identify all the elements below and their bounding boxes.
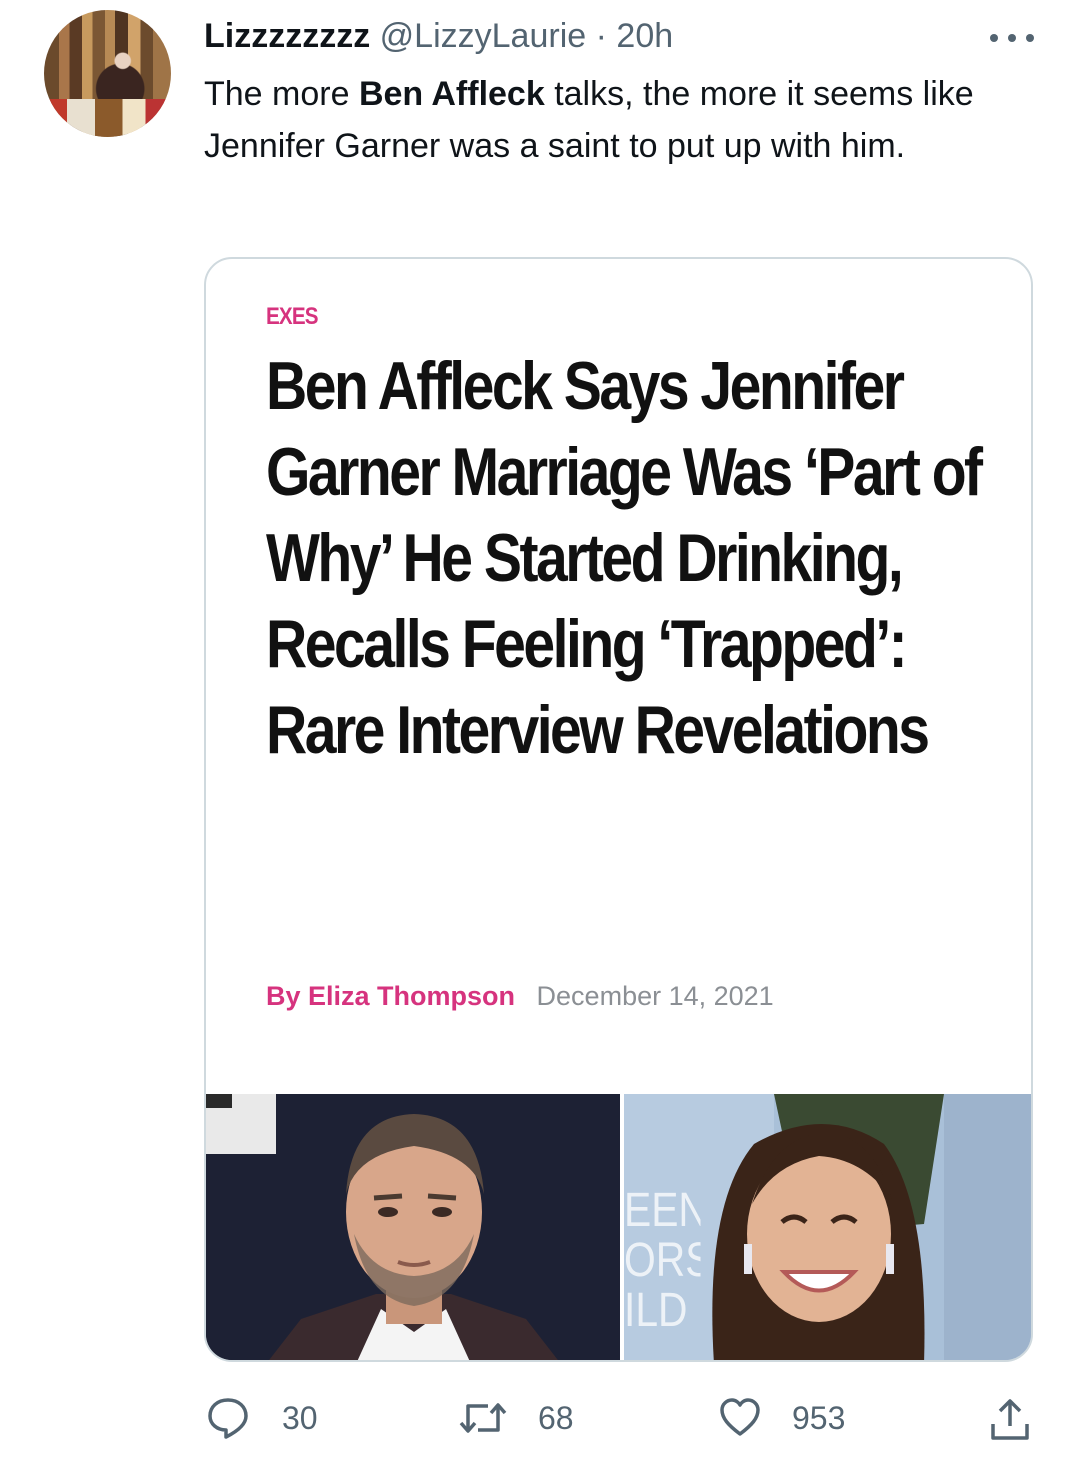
retweet-icon [459,1403,507,1433]
photo-ben-affleck [206,1094,620,1360]
article-category: EXES [266,303,318,330]
retweet-button[interactable]: 68 [458,1396,574,1440]
share-icon [991,1399,1029,1440]
reply-button[interactable]: 30 [206,1396,318,1440]
tweet-header: Lizzzzzzzz @LizzyLaurie · 20h [204,14,673,58]
heart-icon [720,1398,760,1436]
more-horizontal-icon[interactable] [990,34,1034,44]
reply-count: 30 [282,1399,318,1436]
like-count: 953 [792,1399,846,1436]
separator: · [595,17,607,55]
backdrop-text: EEN ORS ILD [624,1186,701,1336]
reply-bubble-icon [208,1398,248,1439]
tweet-actions: 30 68 953 [0,1396,1080,1452]
tweet-text-bold: Ben Affleck [358,75,545,113]
share-button[interactable] [988,1396,1032,1444]
article-date: December 14, 2021 [536,981,774,1011]
avatar[interactable] [44,10,171,137]
retweet-count: 68 [538,1399,574,1436]
article-byline: By Eliza Thompson December 14, 2021 [266,981,774,1012]
tweet-text-before: The more [204,75,359,113]
display-name[interactable]: Lizzzzzzzz [204,17,370,55]
photo-jennifer-garner: EEN ORS ILD [624,1094,1031,1360]
tweet-text: The more Ben Affleck talks, the more it … [204,68,1044,172]
article-headline: Ben Affleck Says Jennifer Garner Marriag… [266,348,983,768]
article-author: By Eliza Thompson [266,981,516,1011]
link-card[interactable]: EXES Ben Affleck Says Jennifer Garner Ma… [204,257,1033,1362]
handle[interactable]: @LizzyLaurie [380,17,587,55]
like-button[interactable]: 953 [718,1396,845,1440]
timestamp[interactable]: 20h [616,17,673,55]
